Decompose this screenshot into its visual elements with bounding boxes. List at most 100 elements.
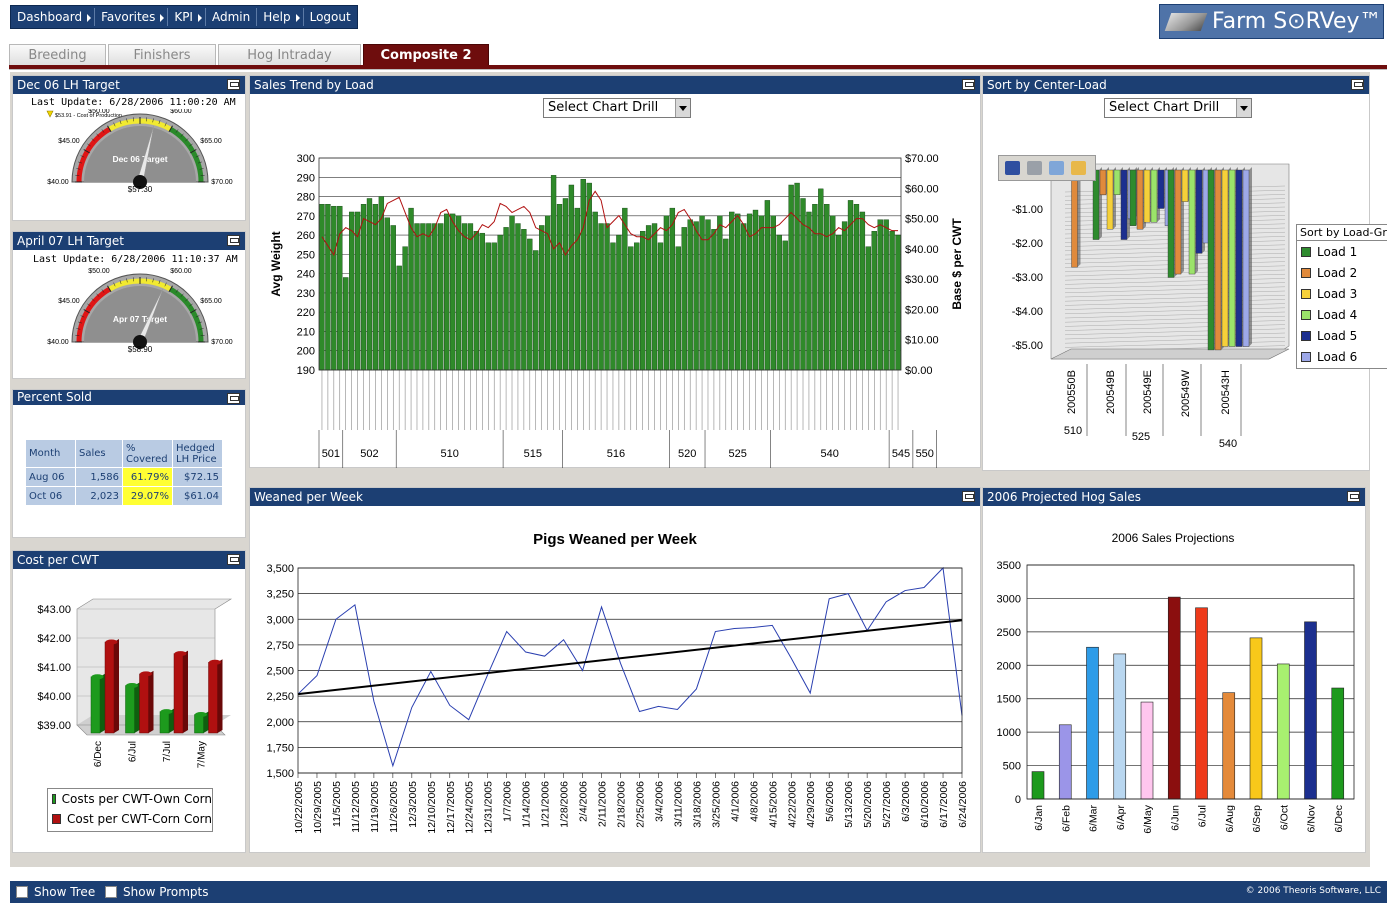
bar — [1071, 169, 1078, 268]
show-tree-checkbox[interactable] — [16, 886, 28, 898]
panel-sales-trend: Sales Trend by Load Select Chart Drill 1… — [249, 75, 981, 468]
bar — [1136, 169, 1144, 230]
bar — [1113, 653, 1127, 800]
x-tick-label: 6/Jun — [1169, 805, 1181, 831]
chart-title: Pigs Weaned per Week — [533, 531, 697, 548]
x-tick-label: 200543H — [1220, 370, 1232, 415]
bar — [806, 211, 812, 371]
nav-dashboard[interactable]: Dashboard — [11, 6, 94, 28]
sort-legend: Sort by Load-Grou Load 1 Load 2 Load 3 L… — [1296, 224, 1387, 369]
gauge-tick-label: $40.00 — [47, 179, 69, 186]
minimize-icon[interactable] — [227, 393, 240, 404]
minimize-icon[interactable] — [962, 491, 975, 502]
bar — [669, 207, 676, 371]
nav-favorites[interactable]: Favorites — [95, 6, 167, 28]
panel-title: Dec 06 LH Target — [17, 78, 120, 92]
nav-admin[interactable]: Admin — [206, 6, 256, 28]
y-tick-label: $39.00 — [37, 720, 71, 732]
export-icon[interactable] — [1071, 161, 1086, 175]
minimize-icon[interactable] — [1347, 491, 1360, 502]
panel-header: Cost per CWT — [13, 551, 245, 569]
col-hedged-price: Hedged LH Price — [172, 439, 223, 468]
bar — [1235, 169, 1243, 347]
tab-finishers[interactable]: Finishers — [108, 44, 216, 66]
nav-logout[interactable]: Logout — [304, 6, 357, 28]
minimize-icon[interactable] — [227, 79, 240, 90]
cost-cwt-chart: $39.00 $40.00 $41.00 $42.00 $43.00 6/Dec 6/Jul… — [37, 598, 233, 768]
x-tick-label: 5/20/2006 — [862, 781, 874, 828]
y-tick-label: 2,750 — [266, 640, 294, 652]
drill-value: Select Chart Drill — [548, 100, 659, 115]
y-tick-label: 2,500 — [266, 666, 294, 678]
y-tick-label: $43.00 — [37, 604, 71, 616]
legend-label: Load 1 — [1317, 244, 1358, 259]
bar — [1120, 169, 1128, 240]
chevron-down-icon[interactable] — [1236, 99, 1251, 117]
bar — [503, 227, 509, 371]
x-tick-label: 6/Aug — [1224, 805, 1236, 833]
x-tick-label: 5/6/2006 — [824, 781, 836, 822]
nav-help[interactable]: Help — [257, 6, 302, 28]
x-tick-label: 11/26/2005 — [388, 781, 400, 833]
save-icon[interactable] — [1005, 161, 1020, 175]
bar — [812, 204, 818, 371]
x-tick-label: 6/10/2006 — [919, 781, 931, 828]
x-tick-label: 6/Jul — [128, 741, 139, 762]
minimize-icon[interactable] — [227, 554, 240, 565]
bar — [657, 242, 664, 371]
drill-value: Select Chart Drill — [1109, 100, 1220, 115]
bar — [438, 223, 444, 371]
y-tick-label: 300 — [297, 153, 315, 165]
x-tick-label: 7/Jul — [162, 741, 173, 762]
y-tick-label: 3,250 — [266, 589, 294, 601]
show-prompts-checkbox[interactable] — [105, 886, 117, 898]
minimize-icon[interactable] — [1351, 79, 1364, 90]
x-tick-label: 200549E — [1142, 370, 1154, 414]
bar — [604, 223, 610, 371]
nav-kpi[interactable]: KPI — [168, 6, 205, 28]
bar — [586, 182, 592, 371]
chevron-down-icon[interactable] — [675, 99, 690, 117]
trend-line — [297, 619, 963, 696]
email-icon[interactable] — [1049, 161, 1064, 175]
tab-hog-intraday[interactable]: Hog Intraday — [218, 44, 361, 66]
y-tick-label: 200 — [297, 346, 315, 358]
bar — [1304, 621, 1317, 800]
chart-drill-select[interactable]: Select Chart Drill — [1104, 98, 1252, 118]
tab-composite-2[interactable]: Composite 2 — [363, 44, 489, 66]
bar — [378, 196, 385, 371]
bar — [841, 221, 848, 371]
legend-item: Cost per CWT-Corn Corn — [48, 809, 212, 829]
bar — [729, 211, 735, 371]
bar — [550, 175, 557, 371]
bar-side — [183, 650, 188, 733]
bar — [1207, 169, 1215, 351]
y-tick-label: 1,500 — [266, 768, 294, 780]
y-tick-label: -$3.00 — [1012, 272, 1043, 284]
bar — [1150, 169, 1158, 223]
bar — [173, 653, 184, 734]
bar — [717, 215, 723, 371]
tab-breeding[interactable]: Breeding — [9, 44, 106, 66]
bar — [865, 246, 872, 371]
group-label: 520 — [678, 448, 696, 460]
dec-gauge: $53.91 - Cost of Production $40.00$45.00… — [46, 109, 233, 194]
legend-label: Load 2 — [1317, 265, 1358, 280]
minimize-icon[interactable] — [227, 235, 240, 246]
y-tick-label: -$1.00 — [1012, 204, 1043, 216]
y-tick-label: 0 — [1015, 794, 1021, 806]
print-icon[interactable] — [1027, 161, 1042, 175]
last-update: Last Update: 6/28/2006 11:10:37 AM — [33, 254, 238, 265]
sales-trend-chart: 190 200 210 220 230 240 250 260 270 280 290 300 $0.0… — [269, 153, 964, 468]
bar-top — [91, 674, 104, 680]
bar — [208, 662, 218, 734]
x-tick-label: 4/8/2006 — [748, 781, 760, 822]
x-tick-label: 200550B — [1066, 370, 1078, 414]
y2-tick-label: $30.00 — [905, 274, 939, 286]
panel-title: Sort by Center-Load — [987, 78, 1107, 92]
y-tick-label: 2,000 — [266, 717, 294, 729]
y-tick-label: 2500 — [997, 627, 1021, 639]
chart-drill-select[interactable]: Select Chart Drill — [543, 98, 691, 118]
minimize-icon[interactable] — [962, 79, 975, 90]
bar — [420, 223, 426, 371]
